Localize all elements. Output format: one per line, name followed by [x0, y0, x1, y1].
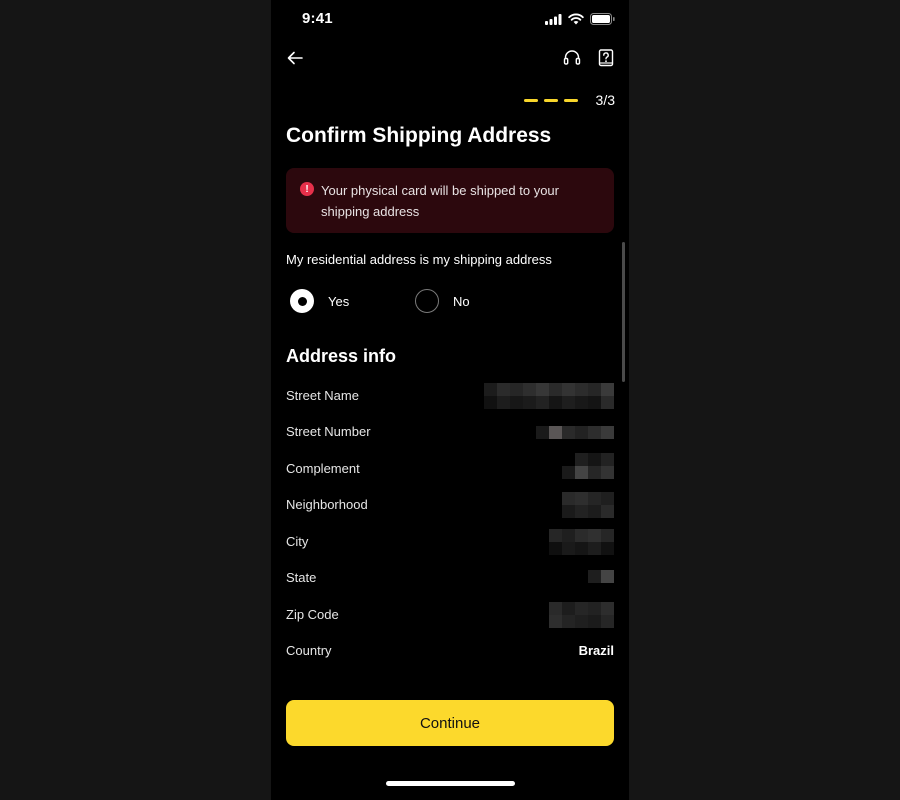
field-label: Street Number [286, 424, 371, 439]
field-country: Country Brazil [286, 641, 614, 661]
status-icons [545, 12, 615, 30]
shipping-alert: ! Your physical card will be shipped to … [286, 168, 614, 233]
field-label: Street Name [286, 388, 359, 403]
page-title: Confirm Shipping Address [286, 124, 552, 147]
field-label: Zip Code [286, 607, 339, 622]
status-time: 9:41 [302, 10, 333, 27]
field-label: Neighborhood [286, 497, 368, 512]
redacted-value [588, 565, 614, 591]
help-book-icon [598, 48, 614, 72]
redacted-value [549, 529, 614, 555]
support-button[interactable] [560, 48, 584, 72]
field-label: State [286, 570, 317, 585]
wifi-icon [568, 12, 584, 30]
radio-label-no: No [453, 293, 470, 309]
progress-step-text: 3/3 [595, 92, 615, 108]
battery-icon [590, 12, 615, 30]
exclamation-circle-icon: ! [300, 182, 314, 196]
redacted-value [562, 453, 614, 479]
arrow-left-icon [287, 51, 303, 70]
field-street-number: Street Number [286, 422, 614, 442]
top-nav [271, 44, 629, 78]
redacted-value [549, 602, 614, 628]
home-indicator [386, 781, 515, 786]
field-label: City [286, 534, 309, 549]
signal-icon [545, 12, 562, 30]
field-complement: Complement [286, 453, 614, 479]
radio-selected-icon[interactable] [290, 289, 314, 313]
field-street-name: Street Name [286, 383, 614, 409]
radio-label-yes: Yes [328, 293, 350, 309]
scrollbar[interactable] [622, 242, 625, 382]
field-zip-code: Zip Code [286, 602, 614, 628]
field-label: Country [286, 643, 332, 658]
field-state: State [286, 568, 614, 588]
radio-unselected-icon[interactable] [415, 289, 439, 313]
field-neighborhood: Neighborhood [286, 492, 614, 518]
phone-screen: 9:41 3/3 Confirm Shipping Address ! Your… [271, 0, 629, 800]
headset-icon [563, 49, 581, 71]
continue-button[interactable]: Continue [286, 700, 614, 746]
field-label: Complement [286, 461, 360, 476]
step-progress: 3/3 [523, 92, 615, 108]
redacted-value [536, 419, 614, 445]
redacted-value [484, 383, 614, 409]
field-city: City [286, 529, 614, 555]
progress-step-3 [563, 98, 578, 102]
redacted-value [562, 492, 614, 518]
alert-message: Your physical card will be shipped to yo… [321, 183, 559, 219]
help-button[interactable] [594, 48, 618, 72]
country-value: Brazil [578, 643, 614, 658]
status-bar: 9:41 [271, 0, 629, 38]
residential-question-label: My residential address is my shipping ad… [286, 252, 552, 267]
address-info-title: Address info [286, 346, 397, 366]
progress-step-1 [523, 98, 538, 102]
radio-option-yes[interactable]: Yes [290, 289, 349, 313]
radio-option-no[interactable]: No [415, 289, 470, 313]
back-button[interactable] [283, 48, 307, 72]
progress-step-2 [543, 98, 558, 102]
